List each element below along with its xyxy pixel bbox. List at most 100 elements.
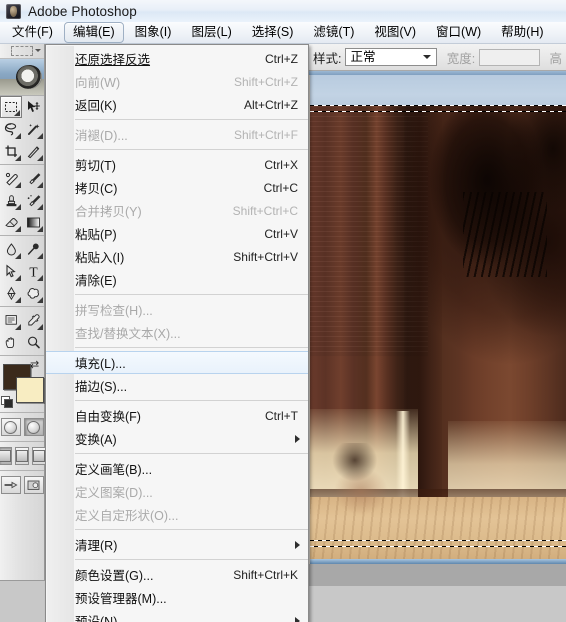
full-screen-menubar-mode-button[interactable] (15, 447, 29, 465)
menu-item-label: 定义自定形状(O)... (75, 509, 179, 523)
menu-item-accelerator: Alt+Ctrl+Z (243, 97, 298, 112)
menubar-item-image[interactable]: 图象(I) (126, 22, 181, 43)
menu-item-paste-into[interactable]: 粘贴入(I) Shift+Ctrl+V (46, 245, 308, 268)
default-colors-icon[interactable] (1, 396, 13, 408)
toolbox-banner-image[interactable] (0, 59, 44, 96)
menu-item-presets[interactable]: 预设(N) (46, 609, 308, 622)
menubar-item-file[interactable]: 文件(F) (3, 22, 62, 43)
menu-item-define-pattern: 定义图案(D)... (46, 480, 308, 503)
menubar-item-layer[interactable]: 图层(L) (182, 22, 240, 43)
menu-item-free-transform[interactable]: 自由变换(F) Ctrl+T (46, 404, 308, 427)
menu-item-label: 预设(N) (75, 615, 118, 622)
menu-item-copy[interactable]: 拷贝(C) Ctrl+C (46, 176, 308, 199)
tool-crop[interactable] (0, 140, 22, 162)
tool-notes[interactable] (0, 309, 22, 331)
tool-flyout-triangle-icon (37, 155, 43, 161)
quick-mask-mode-button[interactable] (23, 418, 44, 436)
tool-flyout-triangle-icon (15, 155, 21, 161)
toolbox-divider-3 (0, 306, 44, 307)
tool-flyout-triangle-icon (37, 182, 43, 188)
selection-marquee-top-inner (310, 111, 566, 112)
tool-hand[interactable] (0, 331, 22, 353)
chevron-down-icon (422, 55, 431, 59)
menu-item-label: 消褪(D)... (75, 129, 128, 143)
menu-item-cut[interactable]: 剪切(T) Ctrl+X (46, 153, 308, 176)
tool-clone-stamp[interactable] (0, 189, 22, 211)
menu-item-purge[interactable]: 清理(R) (46, 533, 308, 556)
menu-item-paste[interactable]: 粘贴(P) Ctrl+V (46, 222, 308, 245)
menu-separator (75, 453, 308, 454)
tool-grid-3: T (0, 238, 44, 304)
menubar-item-window[interactable]: 窗口(W) (427, 22, 490, 43)
circle-icon (4, 420, 17, 434)
image-canvas[interactable] (310, 75, 566, 559)
tool-grid-2 (0, 167, 44, 233)
jump-to-imageready-button[interactable] (0, 476, 21, 494)
tool-move[interactable] (22, 96, 44, 118)
menu-item-define-brush[interactable]: 定义画笔(B)... (46, 457, 308, 480)
tool-history-brush[interactable] (22, 189, 44, 211)
menubar-item-select[interactable]: 选择(S) (243, 22, 303, 43)
tool-eraser[interactable] (0, 211, 22, 233)
menu-item-transform[interactable]: 变换(A) (46, 427, 308, 450)
menu-item-undo[interactable]: 还原选择反选 Ctrl+Z (46, 47, 308, 70)
tool-slice[interactable] (22, 140, 44, 162)
tool-pen[interactable] (0, 282, 22, 304)
tool-dodge[interactable] (22, 238, 44, 260)
tool-lasso[interactable] (0, 118, 22, 140)
menu-item-clear[interactable]: 清除(E) (46, 268, 308, 291)
swap-colors-icon[interactable]: ⇄ (30, 360, 41, 371)
eye-icon (16, 65, 42, 89)
tool-blur[interactable] (0, 238, 22, 260)
tool-magic-wand[interactable] (22, 118, 44, 140)
menu-item-label: 定义画笔(B)... (75, 463, 153, 477)
tool-flyout-triangle-icon (15, 297, 21, 303)
width-input[interactable] (479, 48, 541, 66)
tool-path-selection[interactable] (0, 260, 22, 282)
tool-flyout-triangle-icon (15, 226, 21, 232)
menu-item-label: 变换(A) (75, 433, 117, 447)
menu-item-label: 粘贴入(I) (75, 251, 125, 265)
tool-zoom[interactable] (22, 331, 44, 353)
style-select[interactable]: 正常 (345, 48, 437, 66)
artwork-figure (322, 443, 400, 521)
menu-item-step-backward[interactable]: 返回(K) Alt+Ctrl+Z (46, 93, 308, 116)
menu-item-label: 向前(W) (75, 76, 121, 90)
tool-paintbrush[interactable] (22, 167, 44, 189)
edit-dropdown-menu: 还原选择反选 Ctrl+Z 向前(W) Shift+Ctrl+Z 返回(K) A… (45, 44, 309, 622)
tool-eyedropper[interactable] (22, 309, 44, 331)
menu-item-fill[interactable]: 填充(L)... (46, 351, 308, 374)
background-color-swatch[interactable] (16, 377, 44, 403)
standard-screen-mode-button[interactable] (0, 447, 12, 465)
menu-item-accelerator: Shift+Ctrl+C (232, 203, 298, 218)
toolbox-divider-2 (0, 235, 44, 236)
menubar-item-view[interactable]: 视图(V) (365, 22, 425, 43)
tool-gradient[interactable] (22, 211, 44, 233)
toolbox-divider-5 (0, 412, 44, 413)
tool-healing-brush[interactable] (0, 167, 22, 189)
menu-item-accelerator: Shift+Ctrl+Z (233, 74, 298, 89)
edit-in-imageready-button[interactable] (23, 476, 44, 494)
menu-item-color-settings[interactable]: 颜色设置(G)... Shift+Ctrl+K (46, 563, 308, 586)
menubar-item-help[interactable]: 帮助(H) (492, 22, 552, 43)
height-label: 高 (549, 51, 562, 66)
toolbox-drag-grip[interactable] (0, 44, 44, 59)
menu-item-accelerator: Shift+Ctrl+K (233, 567, 298, 582)
standard-mask-mode-button[interactable] (0, 418, 21, 436)
menu-item-check-spelling: 拼写检查(H)... (46, 298, 308, 321)
menu-item-accelerator: Ctrl+T (265, 408, 298, 423)
tool-grid-4 (0, 309, 44, 353)
tool-type[interactable]: T (22, 260, 44, 282)
tool-marquee-rectangular[interactable] (0, 96, 22, 118)
application-background (305, 564, 566, 586)
menu-item-stroke[interactable]: 描边(S)... (46, 374, 308, 397)
full-screen-mode-button[interactable] (32, 447, 46, 465)
menu-item-fade: 消褪(D)... Shift+Ctrl+F (46, 123, 308, 146)
menubar-item-edit[interactable]: 编辑(E) (63, 22, 124, 43)
tool-flyout-triangle-icon (15, 324, 21, 330)
circle-icon (27, 420, 40, 434)
menu-item-preset-manager[interactable]: 预设管理器(M)... (46, 586, 308, 609)
tool-custom-shape[interactable] (22, 282, 44, 304)
menubar-item-filter[interactable]: 滤镜(T) (304, 22, 363, 43)
tool-flyout-triangle-icon (37, 226, 43, 232)
